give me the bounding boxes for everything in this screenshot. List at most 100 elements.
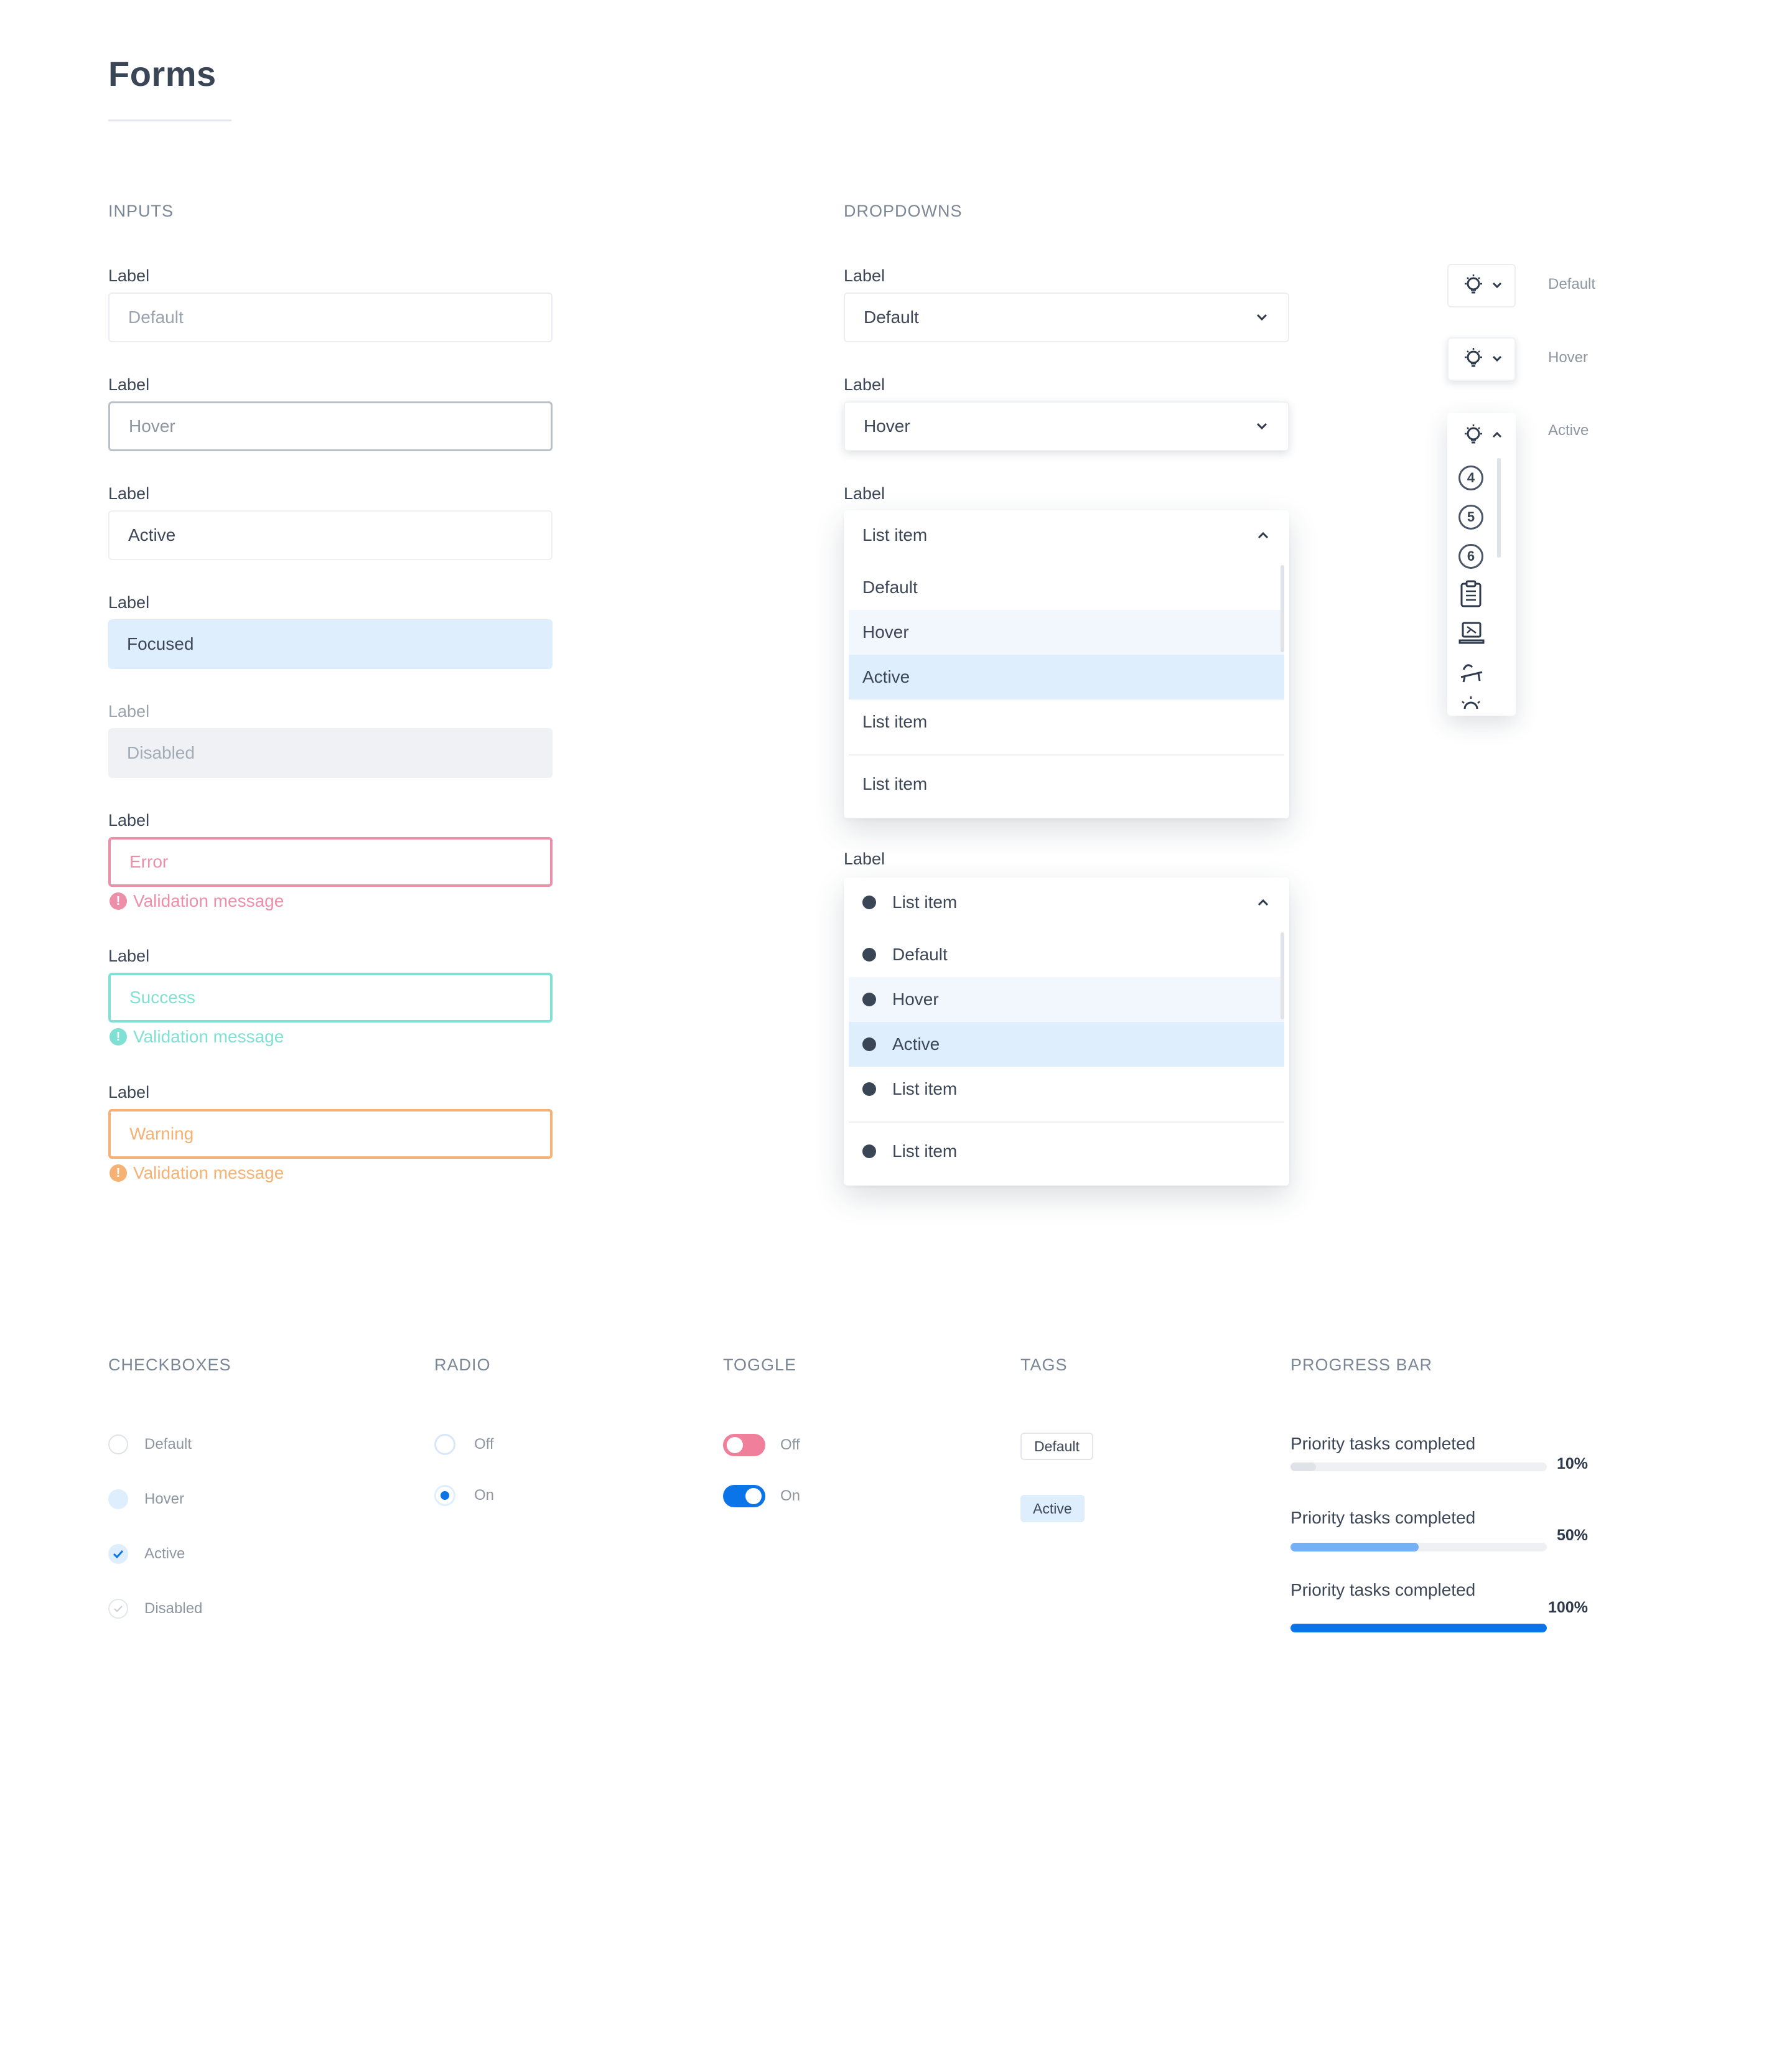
bullet-icon <box>862 1144 876 1158</box>
chevron-down-icon <box>1254 419 1269 434</box>
menu-item-active[interactable]: Active <box>849 655 1284 700</box>
input-focused[interactable]: Focused <box>108 619 553 669</box>
icon-dropdown-active-menu: 4 5 6 <box>1447 413 1516 716</box>
progress-percent: 10% <box>1557 1455 1589 1472</box>
icon-menu-item[interactable] <box>1447 615 1516 654</box>
menu-item-default[interactable]: Default <box>849 565 1284 610</box>
radio-circle[interactable] <box>434 1434 455 1455</box>
icon-dropdown-state-label: Active <box>1548 422 1589 439</box>
radio-circle[interactable] <box>434 1485 455 1506</box>
tag-default[interactable]: Default <box>1020 1433 1093 1460</box>
checkbox-default[interactable]: Default <box>108 1434 192 1454</box>
dropdown-bullet-trigger[interactable]: List item <box>844 877 1289 927</box>
menu-item-active[interactable]: Active <box>849 1022 1284 1067</box>
checkbox-disabled: Disabled <box>108 1599 202 1619</box>
chevron-up-icon <box>1256 528 1271 543</box>
chevron-down-icon <box>1254 310 1269 325</box>
progress-label: Priority tasks completed <box>1290 1508 1476 1527</box>
menu-item-footer[interactable]: List item <box>849 1129 1284 1174</box>
bullet-icon <box>862 896 876 909</box>
menu-item-label: List item <box>892 1079 958 1098</box>
checkbox-hover[interactable]: Hover <box>108 1489 184 1509</box>
tags-section-title: TAGS <box>1020 1355 1068 1374</box>
toggle-label: Off <box>780 1436 800 1453</box>
toggle-knob <box>745 1488 762 1504</box>
page-title: Forms <box>108 54 217 93</box>
menu-scrollbar[interactable] <box>1281 565 1284 652</box>
input-label: Label <box>108 266 150 285</box>
menu-divider <box>849 754 1284 756</box>
bullet-icon <box>862 1037 876 1051</box>
input-label: Label <box>108 375 150 394</box>
toggle-switch[interactable] <box>723 1434 765 1456</box>
dropdown-value: Default <box>864 307 919 327</box>
input-active[interactable]: Active <box>108 510 553 560</box>
icon-menu-scrollbar[interactable] <box>1497 458 1501 558</box>
menu-item[interactable]: List item <box>849 1067 1284 1111</box>
radio-on[interactable]: On <box>434 1485 494 1506</box>
menu-item-footer[interactable]: List item <box>849 762 1284 807</box>
progress-track <box>1290 1543 1547 1551</box>
validation-text: Validation message <box>133 1163 284 1182</box>
validation-text: Validation message <box>133 891 284 910</box>
checkbox-circle[interactable] <box>108 1434 128 1454</box>
dropdown-hover[interactable]: Hover <box>844 401 1289 451</box>
checkbox-circle[interactable] <box>108 1544 128 1564</box>
progress-label: Priority tasks completed <box>1290 1434 1476 1453</box>
checkbox-circle[interactable] <box>108 1489 128 1509</box>
bullet-icon <box>862 1082 876 1096</box>
menu-item-label: Active <box>892 1034 940 1054</box>
checkmark-icon <box>113 1550 124 1559</box>
input-warning[interactable]: Warning <box>108 1109 553 1159</box>
dropdown-open-trigger[interactable]: List item <box>844 510 1289 560</box>
menu-item-label: List item <box>892 1141 958 1161</box>
sun-icon <box>1458 695 1483 712</box>
icon-dropdown-hover[interactable] <box>1447 337 1516 381</box>
checkbox-label: Active <box>144 1545 185 1562</box>
inputs-section-title: INPUTS <box>108 202 174 220</box>
dropdown-bullet-menu: List item Default Hover Active List item… <box>844 877 1289 1186</box>
dropdown-value: List item <box>862 525 928 545</box>
dropdown-default[interactable]: Default <box>844 292 1289 342</box>
tag-active[interactable]: Active <box>1020 1495 1085 1522</box>
toggle-off[interactable]: Off <box>723 1434 800 1456</box>
input-error[interactable]: Error <box>108 837 553 887</box>
input-label: Label <box>108 1083 150 1102</box>
dropdown-label: Label <box>844 375 885 394</box>
menu-item-label: Default <box>892 945 948 964</box>
menu-item[interactable]: List item <box>849 700 1284 744</box>
menu-item-hover[interactable]: Hover <box>849 610 1284 655</box>
menu-item-hover[interactable]: Hover <box>849 977 1284 1022</box>
toggle-switch[interactable] <box>723 1485 765 1507</box>
icon-menu-item[interactable]: 4 <box>1447 458 1516 497</box>
checkbox-label: Hover <box>144 1490 185 1507</box>
icon-dropdown-default[interactable] <box>1447 264 1516 307</box>
icon-menu-item[interactable] <box>1447 693 1516 712</box>
checkbox-circle <box>108 1599 128 1619</box>
icon-menu-item[interactable] <box>1447 576 1516 615</box>
icon-dropdown-active-trigger[interactable] <box>1447 413 1516 458</box>
number-four-icon: 4 <box>1458 465 1483 490</box>
input-value: Focused <box>127 634 194 653</box>
input-value: Error <box>129 852 169 871</box>
icon-dropdown-state-label: Default <box>1548 276 1596 292</box>
icon-dropdown-state-label: Hover <box>1548 349 1589 366</box>
progress-fill <box>1290 1462 1317 1471</box>
radio-off[interactable]: Off <box>434 1434 494 1455</box>
dropdown-label: Label <box>844 484 885 503</box>
input-success[interactable]: Success <box>108 973 553 1022</box>
input-value: Warning <box>129 1124 194 1143</box>
menu-item-default[interactable]: Default <box>849 932 1284 977</box>
toggle-on[interactable]: On <box>723 1485 800 1507</box>
input-hover[interactable]: Hover <box>108 401 553 451</box>
icon-menu-item[interactable]: 6 <box>1447 536 1516 576</box>
chevron-up-icon <box>1492 430 1502 441</box>
validation-message-success: ! Validation message <box>110 1027 284 1047</box>
icon-menu-item[interactable]: 5 <box>1447 497 1516 536</box>
checkbox-active[interactable]: Active <box>108 1544 185 1564</box>
icon-menu-item[interactable] <box>1447 654 1516 693</box>
input-default[interactable]: Default <box>108 292 553 342</box>
menu-scrollbar[interactable] <box>1281 932 1284 1019</box>
progress-fill <box>1290 1543 1419 1551</box>
clipboard-icon <box>1458 580 1483 611</box>
